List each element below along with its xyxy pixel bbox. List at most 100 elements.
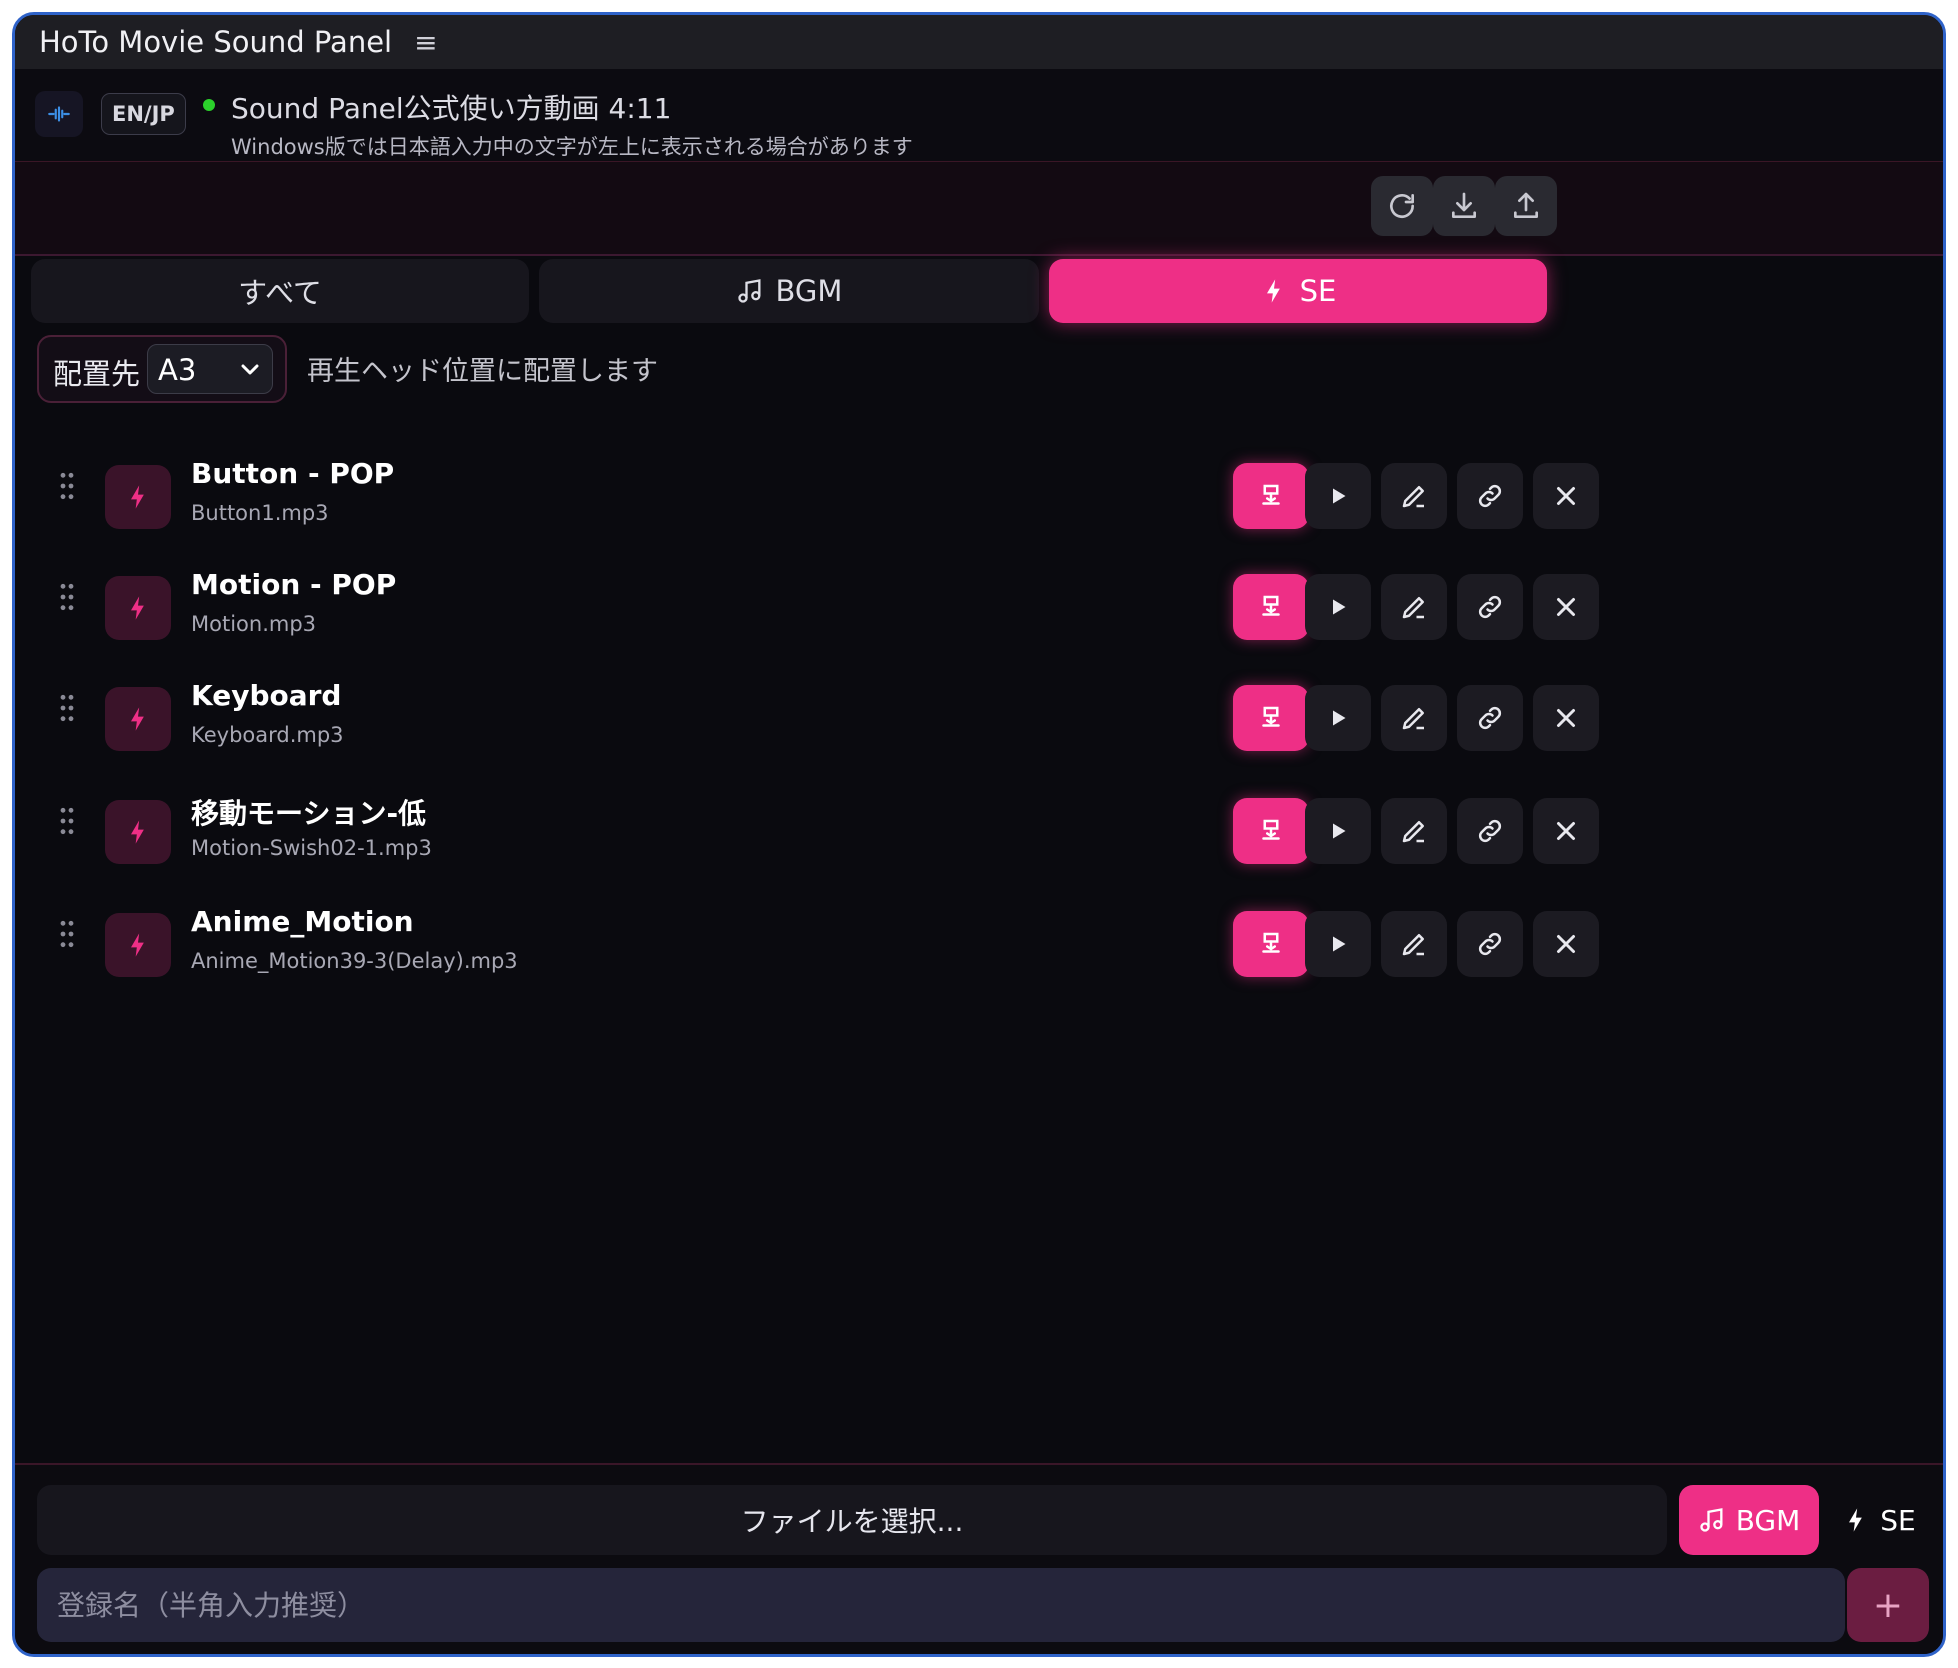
play-button[interactable] (1305, 685, 1371, 751)
refresh-icon (1390, 194, 1414, 218)
link-button[interactable] (1457, 911, 1523, 977)
toolbar (15, 162, 1943, 256)
placement-hint: 再生ヘッド位置に配置します (307, 356, 658, 387)
language-toggle-button[interactable]: EN/JP (101, 93, 186, 135)
upload-button[interactable] (1495, 176, 1557, 236)
se-type-icon (105, 687, 171, 751)
tab-se-label: SE (1299, 274, 1337, 308)
link-button[interactable] (1457, 463, 1523, 529)
register-name-input[interactable] (37, 1568, 1845, 1642)
edit-button[interactable] (1381, 911, 1447, 977)
drag-handle-icon[interactable] (59, 806, 79, 846)
link-button[interactable] (1457, 685, 1523, 751)
sound-name: 移動モーション-低 (191, 797, 427, 830)
place-icon (1262, 484, 1280, 505)
placement-label: 配置先 (53, 357, 141, 391)
upload-icon (1514, 192, 1538, 218)
type-se-label: SE (1880, 1503, 1916, 1537)
play-icon (1333, 936, 1346, 952)
place-button[interactable] (1233, 463, 1309, 529)
placement-value: A3 (158, 353, 197, 387)
type-bgm-label: BGM (1735, 1503, 1801, 1537)
drag-handle-icon[interactable] (59, 582, 79, 622)
sound-row[interactable]: Motion - POP Motion.mp3 (15, 560, 1943, 652)
sound-name: Motion - POP (191, 568, 397, 601)
title-bar: HoTo Movie Sound Panel ≡ (15, 15, 1943, 69)
close-icon (1557, 598, 1575, 616)
edit-icon (1402, 486, 1424, 508)
sound-name: Button - POP (191, 457, 395, 490)
edit-button[interactable] (1381, 685, 1447, 751)
place-button[interactable] (1233, 911, 1309, 977)
type-bgm-button[interactable]: BGM (1679, 1485, 1819, 1555)
sound-row[interactable]: Anime_Motion Anime_Motion39-3(Delay).mp3 (15, 897, 1943, 989)
hamburger-menu-icon[interactable]: ≡ (414, 26, 437, 59)
sound-file: Motion-Swish02-1.mp3 (191, 836, 432, 860)
link-button[interactable] (1457, 574, 1523, 640)
edit-icon (1402, 821, 1424, 843)
placement-select[interactable]: A3 (147, 344, 273, 394)
app-logo-icon (35, 91, 83, 137)
tab-se[interactable]: SE (1049, 259, 1547, 323)
close-button[interactable] (1533, 798, 1599, 864)
choose-file-button[interactable]: ファイルを選択... (37, 1485, 1667, 1555)
link-icon (1478, 819, 1502, 843)
edit-button[interactable] (1381, 798, 1447, 864)
play-button[interactable] (1305, 574, 1371, 640)
download-button[interactable] (1433, 176, 1495, 236)
sound-file: Button1.mp3 (191, 501, 329, 525)
edit-button[interactable] (1381, 463, 1447, 529)
edit-icon (1402, 708, 1424, 730)
close-button[interactable] (1533, 911, 1599, 977)
drag-handle-icon[interactable] (59, 471, 79, 511)
download-icon (1452, 192, 1476, 218)
play-icon (1333, 823, 1346, 839)
close-button[interactable] (1533, 685, 1599, 751)
se-type-icon (105, 800, 171, 864)
place-button[interactable] (1233, 685, 1309, 751)
tab-all[interactable]: すべて (31, 259, 529, 323)
se-type-icon (105, 465, 171, 529)
windows-notice: Windows版では日本語入力中の文字が左上に表示される場合があります (231, 135, 913, 159)
sound-file: Motion.mp3 (191, 612, 317, 636)
close-icon (1557, 709, 1575, 727)
sound-file: Anime_Motion39-3(Delay).mp3 (191, 949, 518, 973)
close-icon (1557, 935, 1575, 953)
add-button[interactable]: + (1847, 1568, 1929, 1642)
tab-all-label: すべて (238, 276, 322, 310)
sound-row[interactable]: Button - POP Button1.mp3 (15, 449, 1943, 541)
se-type-icon (105, 913, 171, 977)
lightning-icon (1849, 1508, 1863, 1532)
edit-icon (1402, 934, 1424, 956)
place-button[interactable] (1233, 798, 1309, 864)
tab-bgm-label: BGM (775, 274, 843, 308)
chevron-down-icon (241, 364, 259, 375)
close-button[interactable] (1533, 574, 1599, 640)
drag-handle-icon[interactable] (59, 919, 79, 959)
close-icon (1557, 822, 1575, 840)
play-icon (1333, 710, 1346, 726)
status-dot (203, 99, 215, 111)
play-button[interactable] (1305, 911, 1371, 977)
play-icon (1333, 599, 1346, 615)
app-window: HoTo Movie Sound Panel ≡ EN/JP Sound Pan… (12, 12, 1946, 1657)
tab-bgm[interactable]: BGM (539, 259, 1039, 323)
play-button[interactable] (1305, 463, 1371, 529)
type-se-button[interactable]: SE (1827, 1485, 1931, 1555)
play-button[interactable] (1305, 798, 1371, 864)
se-type-icon (105, 576, 171, 640)
place-icon (1262, 819, 1280, 840)
place-icon (1262, 706, 1280, 727)
refresh-button[interactable] (1371, 176, 1433, 236)
music-note-icon (1700, 1508, 1723, 1532)
sound-row[interactable]: 移動モーション-低 Motion-Swish02-1.mp3 (15, 784, 1943, 876)
close-button[interactable] (1533, 463, 1599, 529)
drag-handle-icon[interactable] (59, 693, 79, 733)
sound-row[interactable]: Keyboard Keyboard.mp3 (15, 671, 1943, 763)
tutorial-video-link[interactable]: Sound Panel公式使い方動画 4:11 (231, 87, 671, 127)
edit-button[interactable] (1381, 574, 1447, 640)
link-button[interactable] (1457, 798, 1523, 864)
link-icon (1478, 706, 1502, 730)
place-icon (1262, 932, 1280, 953)
place-button[interactable] (1233, 574, 1309, 640)
